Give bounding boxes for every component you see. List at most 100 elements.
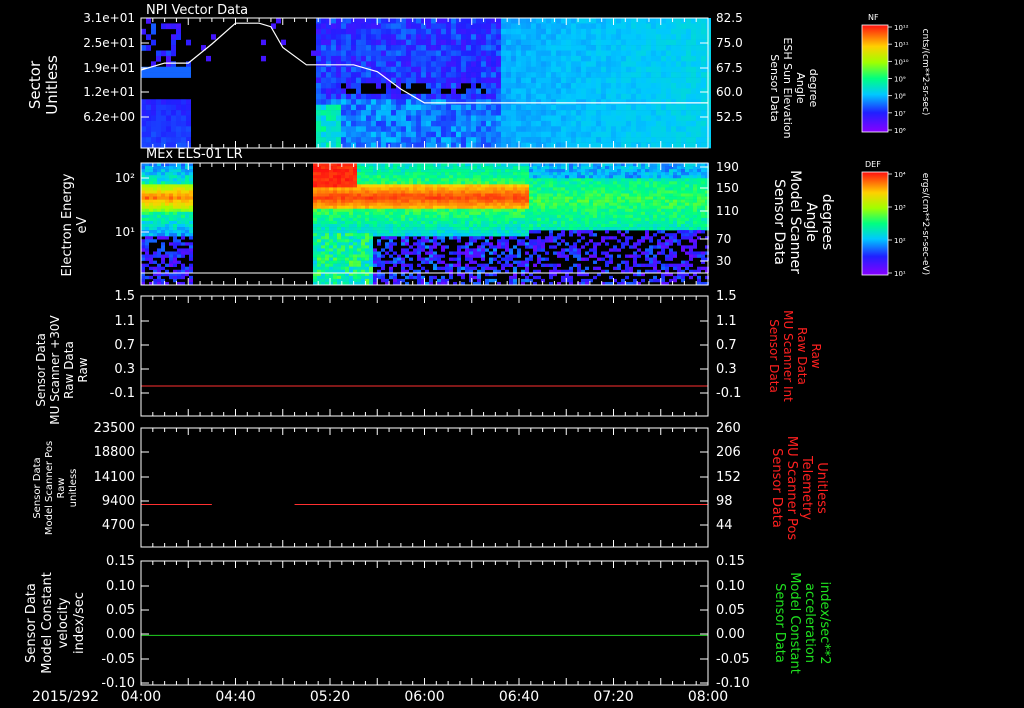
els-cell bbox=[433, 199, 437, 203]
els-cell bbox=[357, 181, 361, 185]
npi-cell bbox=[641, 34, 646, 40]
els-cell bbox=[445, 184, 449, 188]
npi-cell bbox=[601, 126, 606, 133]
els-cell bbox=[413, 220, 417, 225]
els-cell bbox=[153, 266, 157, 271]
npi-cell bbox=[516, 50, 521, 57]
npi-cell bbox=[461, 131, 466, 138]
els-cell bbox=[153, 175, 157, 179]
npi-cell bbox=[646, 137, 651, 143]
npi-cell bbox=[661, 110, 666, 116]
npi-cell bbox=[631, 110, 636, 116]
npi-cell bbox=[426, 45, 431, 51]
npi-cell bbox=[316, 66, 321, 73]
els-cell bbox=[413, 205, 417, 210]
npi-cell bbox=[656, 72, 661, 78]
els-cell bbox=[361, 211, 365, 216]
els-cell bbox=[485, 202, 489, 206]
els-cell bbox=[333, 220, 337, 225]
els-cell bbox=[461, 163, 465, 167]
npi-cell bbox=[581, 110, 586, 116]
els-cell bbox=[345, 163, 349, 167]
els-cell bbox=[329, 230, 333, 234]
els-cell bbox=[445, 196, 449, 200]
npi-cell bbox=[661, 23, 666, 30]
npi-cell bbox=[466, 93, 471, 100]
npi-cell bbox=[416, 28, 421, 35]
npi-cell bbox=[326, 50, 331, 57]
els-cell bbox=[385, 184, 389, 188]
npi-cell bbox=[556, 45, 561, 51]
npi-cell bbox=[366, 115, 371, 122]
npi-cell bbox=[356, 104, 361, 111]
els-cell bbox=[477, 227, 481, 231]
els-cell bbox=[321, 260, 325, 264]
els-cell bbox=[413, 187, 417, 191]
npi-cell bbox=[186, 110, 191, 116]
els-cell bbox=[489, 193, 493, 197]
els-cell bbox=[141, 248, 145, 252]
npi-cell bbox=[681, 120, 686, 127]
npi-cell bbox=[626, 61, 631, 68]
npi-cell bbox=[421, 131, 426, 138]
els-cell bbox=[141, 208, 145, 213]
els-cell bbox=[393, 263, 397, 267]
els-cell bbox=[449, 230, 453, 234]
npi-cell bbox=[541, 77, 546, 84]
npi-cell bbox=[391, 72, 396, 78]
npi-cell bbox=[411, 99, 416, 105]
els-cell bbox=[353, 275, 357, 280]
els-cell bbox=[445, 224, 449, 228]
npi-cell bbox=[506, 45, 511, 51]
els-cell bbox=[385, 233, 389, 237]
els-cell bbox=[329, 260, 333, 264]
els-cell bbox=[161, 230, 165, 234]
els-cell bbox=[545, 193, 549, 197]
npi-cell bbox=[546, 115, 551, 122]
els-cell bbox=[473, 220, 477, 225]
els-cell bbox=[393, 233, 397, 237]
npi-y2label-line2: ESH Sun Elevation bbox=[781, 37, 794, 138]
els-cell bbox=[333, 227, 337, 231]
npi-cell bbox=[566, 45, 571, 51]
npi-cell bbox=[396, 45, 401, 51]
els-cell bbox=[569, 172, 573, 176]
els-cell bbox=[593, 275, 597, 280]
els-cell bbox=[153, 233, 157, 237]
els-cell bbox=[361, 242, 365, 246]
npi-cell bbox=[671, 99, 676, 105]
els-cell bbox=[465, 227, 469, 231]
els-cell bbox=[593, 214, 597, 219]
npi-cell bbox=[336, 77, 341, 84]
els-cell bbox=[469, 251, 473, 255]
els-cell bbox=[381, 184, 385, 188]
npi-cell bbox=[701, 110, 706, 116]
els-cell bbox=[489, 217, 493, 222]
els-cell bbox=[177, 208, 181, 213]
els-cell bbox=[361, 199, 365, 203]
npi-cell bbox=[386, 18, 391, 24]
npi-cell bbox=[666, 23, 671, 30]
els-cell bbox=[577, 211, 581, 216]
els-cell bbox=[453, 190, 457, 194]
els-cell bbox=[317, 257, 321, 261]
els-cell bbox=[353, 227, 357, 231]
els-cell bbox=[389, 181, 393, 185]
els-cell bbox=[549, 184, 553, 188]
els-cell bbox=[485, 190, 489, 194]
els-cell bbox=[325, 190, 329, 194]
npi-cell bbox=[701, 55, 706, 62]
npi-cell bbox=[651, 45, 656, 51]
els-cell bbox=[401, 248, 405, 252]
npi-cell bbox=[186, 120, 191, 127]
npi-cell bbox=[441, 93, 446, 100]
npi-cell bbox=[321, 93, 326, 100]
els-cell bbox=[357, 278, 361, 283]
els-cell bbox=[505, 245, 509, 249]
npi-cell bbox=[566, 50, 571, 57]
els-cell bbox=[173, 242, 177, 246]
els-cell bbox=[417, 169, 421, 173]
els-cell bbox=[349, 181, 353, 185]
npi-cell bbox=[356, 115, 361, 122]
npi-cell bbox=[171, 61, 176, 68]
